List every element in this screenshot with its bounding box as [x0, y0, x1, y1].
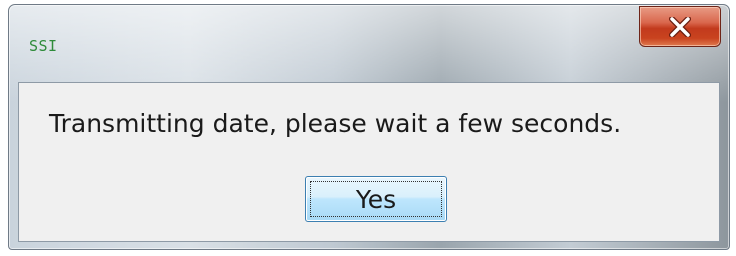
yes-button-label: Yes: [355, 184, 397, 214]
title-bar[interactable]: SSI: [9, 5, 729, 81]
dialog-content: Transmitting date, please wait a few sec…: [18, 82, 720, 242]
yes-button[interactable]: Yes: [305, 176, 447, 222]
close-button[interactable]: [639, 6, 721, 47]
dialog-message: Transmitting date, please wait a few sec…: [49, 109, 622, 138]
close-icon: [669, 16, 691, 37]
window-title: SSI: [29, 37, 58, 55]
dialog-window: SSI Transmitting date, please wait a few…: [8, 4, 730, 250]
